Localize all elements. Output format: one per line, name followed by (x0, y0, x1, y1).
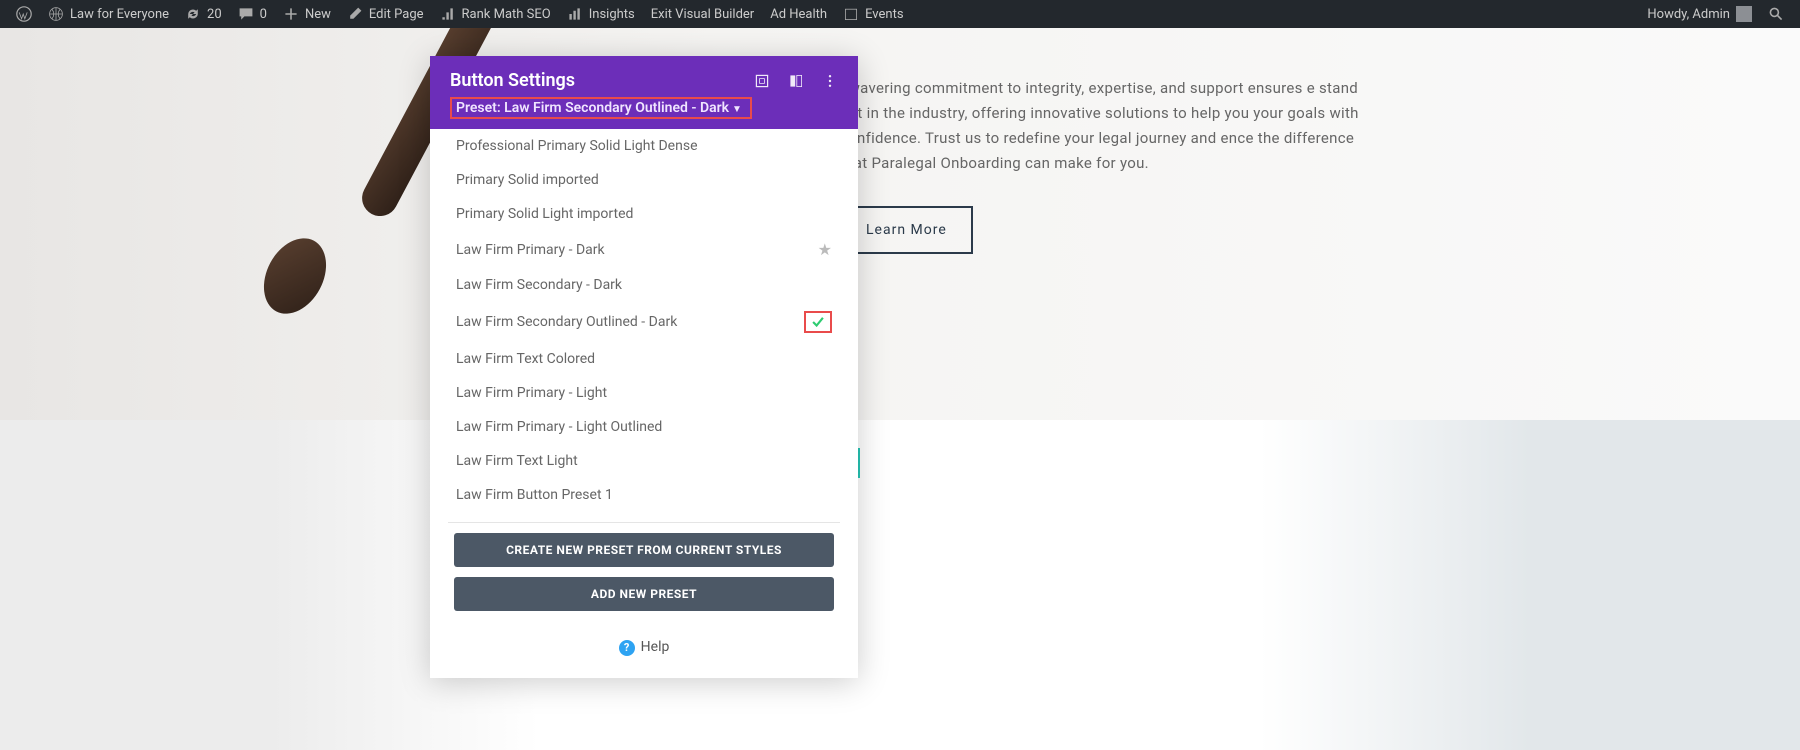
page-canvas: nwavering commitment to integrity, exper… (0, 28, 1800, 750)
search-icon (1768, 6, 1784, 22)
kebab-icon[interactable] (822, 73, 838, 89)
comment-icon (238, 6, 254, 22)
updates-count: 20 (207, 7, 222, 22)
wp-logo[interactable] (8, 0, 40, 28)
wp-admin-bar: Law for Everyone 20 0 New Edit Page Rank… (0, 0, 1800, 28)
refresh-icon (185, 6, 201, 22)
hero-paragraph: nwavering commitment to integrity, exper… (840, 76, 1360, 176)
account[interactable]: Howdy, Admin (1639, 0, 1760, 28)
preset-current: Law Firm Secondary Outlined - Dark (504, 100, 729, 116)
calendar-icon (843, 6, 859, 22)
comments-count: 0 (260, 7, 267, 22)
new-content[interactable]: New (275, 0, 339, 28)
pencil-icon (347, 6, 363, 22)
preset-item-label: Law Firm Text Light (456, 453, 832, 469)
create-preset-button[interactable]: CREATE NEW PRESET FROM CURRENT STYLES (454, 533, 834, 567)
preset-item[interactable]: Law Firm Button Preset 1 (442, 478, 846, 512)
check-icon (811, 315, 825, 329)
rankmath-label: Rank Math SEO (462, 7, 551, 22)
preset-item[interactable]: Law Firm Text Colored (442, 342, 846, 376)
preset-item[interactable]: Law Firm Primary - Dark★ (442, 231, 846, 268)
modal-body: Professional Primary Solid Light Dense Pr… (430, 129, 858, 678)
events[interactable]: Events (835, 0, 911, 28)
preset-item-label: Law Firm Primary - Dark (456, 242, 818, 258)
exit-label: Exit Visual Builder (651, 7, 754, 22)
preset-item-label: Law Firm Secondary Outlined - Dark (456, 314, 804, 330)
preset-item[interactable]: Law Firm Secondary - Dark (442, 268, 846, 302)
learn-more-button[interactable]: Learn More (840, 206, 973, 254)
divider (448, 522, 840, 523)
preset-item-label: Law Firm Primary - Light (456, 385, 832, 401)
avatar (1736, 6, 1752, 22)
comments[interactable]: 0 (230, 0, 275, 28)
selected-check (804, 311, 832, 333)
help-link[interactable]: ? Help (430, 621, 858, 678)
insights-label: Insights (589, 7, 635, 22)
edit-label: Edit Page (369, 7, 424, 22)
preset-item-label: Primary Solid imported (456, 172, 832, 188)
insights[interactable]: Insights (559, 0, 643, 28)
button-settings-modal: Button Settings Preset: Law Firm Seconda… (430, 56, 858, 678)
chart-icon (440, 6, 456, 22)
preset-list: Professional Primary Solid Light Dense Pr… (430, 129, 858, 512)
adhealth-label: Ad Health (770, 7, 827, 22)
exit-builder[interactable]: Exit Visual Builder (643, 0, 762, 28)
preset-item[interactable]: Primary Solid imported (442, 163, 846, 197)
preset-item[interactable]: Law Firm Primary - Light (442, 376, 846, 410)
wordpress-icon (16, 6, 32, 22)
preset-item-label: Law Firm Button Preset 1 (456, 487, 832, 503)
site-name-text: Law for Everyone (70, 7, 169, 22)
help-icon: ? (619, 640, 635, 656)
preset-item-label: Law Firm Secondary - Dark (456, 277, 832, 293)
events-label: Events (865, 7, 903, 22)
search[interactable] (1760, 0, 1792, 28)
preset-item[interactable]: Law Firm Secondary Outlined - Dark (442, 302, 846, 342)
preset-item-label: Law Firm Text Colored (456, 351, 832, 367)
preset-item[interactable]: Professional Primary Solid Light Dense (442, 129, 846, 163)
star-icon: ★ (818, 240, 832, 259)
edit-page[interactable]: Edit Page (339, 0, 432, 28)
add-preset-button[interactable]: ADD NEW PRESET (454, 577, 834, 611)
howdy-text: Howdy, Admin (1647, 7, 1730, 22)
lower-bg (0, 420, 1800, 750)
preset-dropdown[interactable]: Preset: Law Firm Secondary Outlined - Da… (450, 97, 752, 119)
preset-item[interactable]: Primary Solid Light imported (442, 197, 846, 231)
preset-prefix: Preset: (456, 100, 504, 116)
help-text: Help (641, 639, 670, 655)
preset-item-label: Law Firm Primary - Light Outlined (456, 419, 832, 435)
site-name[interactable]: Law for Everyone (40, 0, 177, 28)
globe-icon (48, 6, 64, 22)
modal-title-text: Button Settings (450, 70, 575, 91)
modal-header: Button Settings Preset: Law Firm Seconda… (430, 56, 858, 129)
rankmath[interactable]: Rank Math SEO (432, 0, 559, 28)
caret-down-icon: ▼ (732, 104, 742, 115)
ad-health[interactable]: Ad Health (762, 0, 835, 28)
snap-icon[interactable] (788, 73, 804, 89)
preset-item[interactable]: Law Firm Primary - Light Outlined (442, 410, 846, 444)
updates[interactable]: 20 (177, 0, 230, 28)
preset-item-label: Primary Solid Light imported (456, 206, 832, 222)
plus-icon (283, 6, 299, 22)
new-label: New (305, 7, 331, 22)
preset-item[interactable]: Law Firm Text Light (442, 444, 846, 478)
bars-icon (567, 6, 583, 22)
preset-item-label: Professional Primary Solid Light Dense (456, 138, 832, 154)
expand-icon[interactable] (754, 73, 770, 89)
